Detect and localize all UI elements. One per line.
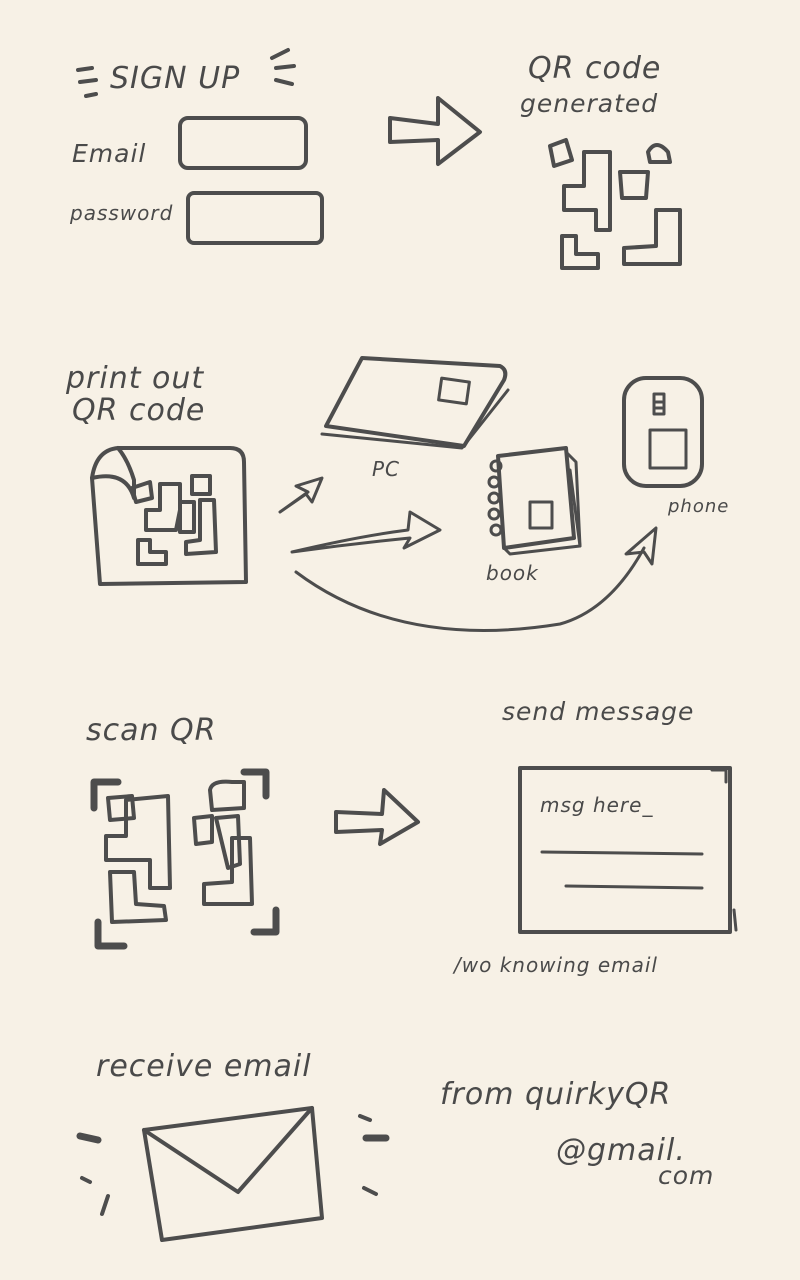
scan-section: scan QR bbox=[86, 713, 280, 950]
qr-code-icon bbox=[548, 138, 682, 270]
qr-generated-title-1: QR code bbox=[528, 51, 661, 86]
qr-generated-title-2: generated bbox=[520, 89, 658, 118]
laptop-icon bbox=[320, 356, 510, 450]
sparkle-left-icon bbox=[76, 66, 98, 98]
print-section: print out QR code PC book phone bbox=[65, 356, 729, 632]
receive-email-title: receive email bbox=[96, 1049, 312, 1084]
from-line-1: from quirkyQR bbox=[440, 1077, 671, 1112]
from-line-3: com bbox=[658, 1161, 714, 1190]
book-label: book bbox=[486, 561, 539, 585]
message-placeholder: msg here_ bbox=[540, 793, 653, 817]
scan-title: scan QR bbox=[86, 713, 217, 748]
send-message-section: send message msg here_ /wo knowing email bbox=[452, 697, 738, 977]
arrow-right-2-icon bbox=[334, 788, 420, 846]
email-field[interactable] bbox=[178, 116, 308, 170]
envelope-icon bbox=[142, 1106, 324, 1242]
book-icon bbox=[487, 446, 582, 556]
arrow-to-pc-icon bbox=[278, 476, 324, 514]
flow-sketch: SIGN UP Email password QR code generated… bbox=[65, 48, 738, 1242]
email-label: Email bbox=[72, 139, 146, 168]
receive-email-section: receive email from quirkyQR @gmail. com bbox=[76, 1049, 714, 1242]
curve-to-phone-icon bbox=[294, 546, 646, 632]
sparkle-right-icon bbox=[270, 48, 296, 86]
arrow-right-icon bbox=[388, 96, 482, 166]
print-title-1: print out bbox=[65, 361, 204, 396]
pc-label: PC bbox=[372, 457, 400, 481]
scanned-qr-icon bbox=[104, 779, 254, 924]
signup-section: SIGN UP Email password bbox=[69, 48, 324, 245]
message-line-2 bbox=[564, 884, 704, 890]
password-field[interactable] bbox=[186, 191, 324, 245]
password-label: password bbox=[69, 201, 173, 225]
message-box-corner bbox=[710, 768, 728, 784]
message-note: /wo knowing email bbox=[452, 953, 658, 977]
sparkle-email-icon bbox=[76, 1114, 390, 1216]
arrowhead-phone-icon bbox=[624, 526, 658, 566]
send-message-title: send message bbox=[502, 697, 694, 726]
qr-generated-section: QR code generated bbox=[520, 51, 682, 270]
print-title-2: QR code bbox=[72, 393, 205, 428]
phone-icon bbox=[622, 376, 704, 488]
phone-label: phone bbox=[667, 496, 729, 517]
signup-title: SIGN UP bbox=[110, 61, 240, 96]
arrow-to-book-icon bbox=[290, 510, 442, 554]
message-line-1 bbox=[540, 850, 704, 856]
printed-qr-paper-icon bbox=[90, 446, 248, 586]
message-box-edge bbox=[732, 908, 738, 932]
